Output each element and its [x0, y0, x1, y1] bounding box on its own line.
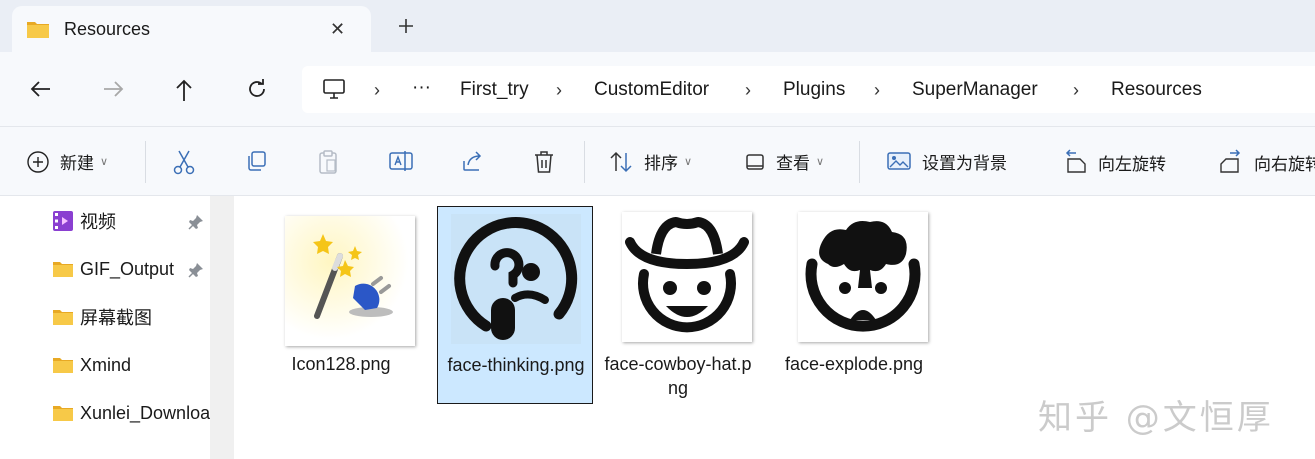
refresh-icon[interactable] [245, 77, 269, 101]
watermark: 知乎 @文恒厚 [1038, 398, 1274, 438]
navigation-pane: 视频 GIF_Output 屏幕截图 Xmind Xunlei_Download [0, 196, 210, 459]
file-thumbnail [451, 214, 581, 344]
file-item-face-explode[interactable]: face-explode.png [776, 206, 932, 404]
tab-resources[interactable]: Resources ✕ [12, 6, 371, 52]
file-thumbnail [622, 212, 752, 342]
set-as-background-label: 设置为背景 [922, 154, 1007, 173]
magic-wand-plug-icon [285, 216, 415, 346]
face-thinking-icon [454, 217, 578, 340]
view-button[interactable]: 查看 ∨ [744, 149, 824, 174]
sidebar-item-videos[interactable]: 视频 [52, 206, 116, 236]
file-item-face-thinking[interactable]: face-thinking.png [437, 206, 593, 404]
rename-button[interactable] [388, 149, 414, 173]
breadcrumb-separator[interactable]: › [745, 80, 751, 101]
breadcrumb-supermanager[interactable]: SuperManager [912, 79, 1038, 101]
navigation-bar: › ··· First_try › CustomEditor › Plugins… [0, 52, 1315, 126]
scissors-icon [173, 150, 195, 175]
address-bar[interactable]: › ··· First_try › CustomEditor › Plugins… [302, 66, 1315, 113]
sort-icon [610, 151, 632, 172]
new-button-label: 新建 [60, 154, 94, 173]
chevron-down-icon: ∨ [816, 156, 825, 168]
command-bar: 新建 ∨ 排序 ∨ 查看 ∨ 设置为背景 向左旋转 向右旋转 [0, 126, 1315, 196]
pin-icon[interactable] [188, 262, 204, 278]
tab-bar: Resources ✕ [0, 0, 1315, 52]
sidebar-item-xunlei-download[interactable]: Xunlei_Download [52, 398, 210, 428]
folder-icon [53, 406, 73, 421]
file-item-icon128[interactable]: Icon128.png [263, 206, 419, 404]
folder-icon [27, 22, 49, 38]
breadcrumb-separator[interactable]: › [874, 80, 880, 101]
sort-button-label: 排序 [644, 154, 678, 173]
plus-circle-icon [27, 150, 49, 173]
new-button[interactable]: 新建 ∨ [26, 149, 108, 174]
rotate-left-label: 向左旋转 [1098, 154, 1166, 174]
file-name: Icon128.png [291, 354, 391, 374]
file-thumbnail [285, 216, 415, 346]
arrow-right-icon[interactable] [100, 77, 126, 101]
sidebar-item-gif-output[interactable]: GIF_Output [52, 254, 174, 284]
arrow-up-icon[interactable] [172, 77, 196, 103]
breadcrumb-first-try[interactable]: First_try [460, 79, 529, 101]
chevron-down-icon: ∨ [100, 156, 109, 168]
tab-title: Resources [64, 19, 151, 39]
sidebar-item-label: GIF_Output [80, 258, 175, 279]
file-thumbnail [798, 212, 928, 342]
sidebar-item-label: Xunlei_Download [80, 402, 210, 423]
breadcrumb-customeditor[interactable]: CustomEditor [594, 79, 709, 101]
sidebar-item-screenshots[interactable]: 屏幕截图 [52, 302, 152, 332]
folder-icon [53, 358, 73, 373]
breadcrumb-separator[interactable]: › [374, 80, 380, 101]
copy-button[interactable] [244, 149, 268, 173]
sidebar-item-xmind[interactable]: Xmind [52, 350, 131, 380]
cut-button[interactable] [172, 149, 196, 175]
trash-icon [535, 151, 553, 173]
sidebar-item-label: Xmind [80, 354, 132, 375]
rotate-left-icon [1065, 149, 1086, 173]
breadcrumb-overflow[interactable]: ··· [412, 77, 431, 99]
copy-icon [248, 151, 266, 171]
share-button[interactable] [460, 149, 486, 173]
rotate-right-icon [1220, 149, 1241, 173]
arrow-left-icon[interactable] [28, 77, 54, 101]
pin-icon[interactable] [188, 214, 204, 230]
breadcrumb-separator[interactable]: › [1073, 80, 1079, 101]
paste-button[interactable] [316, 149, 340, 175]
rotate-right-label: 向右旋转 [1254, 154, 1315, 174]
breadcrumb-plugins[interactable]: Plugins [783, 79, 845, 101]
chevron-down-icon: ∨ [684, 156, 693, 168]
divider [859, 141, 860, 183]
sidebar-scrollbar[interactable] [210, 196, 234, 459]
file-item-face-cowboy-hat[interactable]: face-cowboy-hat.png [600, 206, 756, 404]
clipboard-icon [319, 150, 337, 174]
rotate-left-button[interactable]: 向左旋转 [1062, 149, 1166, 175]
divider [145, 141, 146, 183]
file-name: face-explode.png [784, 354, 924, 374]
face-cowboy-hat-icon [625, 217, 749, 333]
file-name: face-cowboy-hat.png [604, 354, 752, 398]
view-icon [746, 153, 764, 170]
breadcrumb-resources[interactable]: Resources [1111, 79, 1202, 101]
folder-icon [53, 310, 73, 325]
folder-icon [53, 262, 73, 277]
plus-icon[interactable] [394, 14, 418, 38]
view-button-label: 查看 [776, 154, 810, 173]
share-icon [463, 151, 482, 171]
rename-icon [389, 151, 413, 171]
set-as-background-button[interactable]: 设置为背景 [886, 149, 1007, 174]
face-explode-icon [805, 221, 921, 332]
video-folder-icon [53, 211, 73, 231]
close-icon[interactable]: ✕ [330, 19, 345, 40]
sidebar-item-label: 屏幕截图 [80, 308, 152, 328]
delete-button[interactable] [532, 149, 556, 175]
rotate-right-button[interactable]: 向右旋转 [1218, 149, 1315, 175]
divider [584, 141, 585, 183]
file-name: face-thinking.png [447, 355, 585, 375]
monitor-icon[interactable] [322, 78, 346, 100]
desktop-background-icon [887, 151, 911, 170]
breadcrumb-separator[interactable]: › [556, 80, 562, 101]
sidebar-item-label: 视频 [80, 212, 116, 232]
sort-button[interactable]: 排序 ∨ [608, 149, 692, 174]
